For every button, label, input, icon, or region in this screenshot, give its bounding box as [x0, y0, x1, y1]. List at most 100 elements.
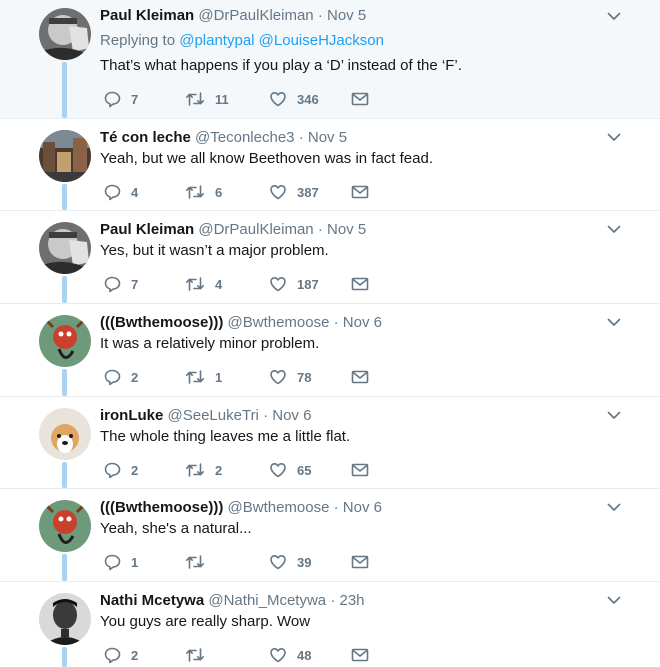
- retweet-icon: [186, 555, 204, 569]
- timestamp[interactable]: Nov 5: [308, 129, 347, 146]
- chevron-down-icon[interactable]: [606, 499, 622, 515]
- tweet[interactable]: (((Bwthemoose))) @Bwthemoose · Nov 6 Yea…: [0, 489, 660, 581]
- timestamp[interactable]: Nov 5: [327, 7, 366, 24]
- retweet-button[interactable]: 11: [185, 89, 229, 109]
- like-button[interactable]: 65: [269, 460, 311, 480]
- display-name[interactable]: Paul Kleiman: [100, 7, 194, 24]
- avatar[interactable]: [39, 8, 91, 60]
- avatar[interactable]: [39, 130, 91, 182]
- retweet-count: 6: [215, 184, 223, 200]
- username[interactable]: @DrPaulKleiman: [198, 7, 313, 24]
- thread-connector-line: [62, 184, 67, 210]
- username[interactable]: @DrPaulKleiman: [198, 221, 313, 238]
- reply-button[interactable]: 2: [103, 645, 138, 665]
- retweet-button[interactable]: 4: [185, 274, 222, 294]
- reply-count: 4: [131, 184, 139, 200]
- replying-to-label: Replying to: [100, 32, 176, 49]
- display-name[interactable]: (((Bwthemoose))): [100, 499, 223, 516]
- tweet-text: Yes, but it wasn’t a major problem.: [100, 242, 329, 259]
- reply-button[interactable]: 4: [103, 182, 138, 202]
- timestamp[interactable]: 23h: [340, 592, 365, 609]
- reply-button[interactable]: 7: [103, 274, 138, 294]
- tweet-actions: 2 48: [100, 645, 400, 665]
- avatar[interactable]: [39, 500, 91, 552]
- separator-dot: ·: [333, 499, 339, 516]
- direct-message-button[interactable]: [351, 460, 369, 480]
- avatar[interactable]: [39, 222, 91, 274]
- like-button[interactable]: 39: [269, 552, 311, 572]
- tweet-actions: 1 39: [100, 552, 400, 572]
- direct-message-button[interactable]: [351, 367, 369, 387]
- like-button[interactable]: 48: [269, 645, 311, 665]
- like-button[interactable]: 187: [269, 274, 319, 294]
- reply-button[interactable]: 7: [103, 89, 138, 109]
- tweet-header: ironLuke @SeeLukeTri · Nov 6: [100, 406, 311, 426]
- display-name[interactable]: ironLuke: [100, 407, 163, 424]
- like-count: 187: [297, 276, 319, 292]
- tweet[interactable]: ironLuke @SeeLukeTri · Nov 6 The whole t…: [0, 397, 660, 488]
- timestamp[interactable]: Nov 6: [272, 407, 311, 424]
- retweet-button[interactable]: [185, 552, 215, 572]
- timestamp[interactable]: Nov 6: [343, 314, 382, 331]
- mention-link[interactable]: @LouiseHJackson: [259, 32, 384, 49]
- avatar[interactable]: [39, 315, 91, 367]
- thread-connector-line: [62, 369, 67, 396]
- reply-icon: [104, 647, 121, 664]
- direct-message-button[interactable]: [351, 274, 369, 294]
- retweet-button[interactable]: 6: [185, 182, 222, 202]
- username[interactable]: @Bwthemoose: [228, 314, 330, 331]
- tweet[interactable]: Nathi Mcetywa @Nathi_Mcetywa · 23h You g…: [0, 582, 660, 667]
- display-name[interactable]: Paul Kleiman: [100, 221, 194, 238]
- chevron-down-icon[interactable]: [606, 314, 622, 330]
- display-name[interactable]: Nathi Mcetywa: [100, 592, 204, 609]
- tweet[interactable]: Paul Kleiman @DrPaulKleiman · Nov 5 Yes,…: [0, 211, 660, 303]
- avatar[interactable]: [39, 593, 91, 645]
- avatar[interactable]: [39, 408, 91, 460]
- reply-button[interactable]: 1: [103, 552, 138, 572]
- username[interactable]: @SeeLukeTri: [168, 407, 259, 424]
- retweet-icon: [186, 92, 204, 106]
- chevron-down-icon[interactable]: [606, 8, 622, 24]
- like-button[interactable]: 78: [269, 367, 311, 387]
- tweet-text: Yeah, but we all know Beethoven was in f…: [100, 150, 433, 167]
- timestamp[interactable]: Nov 5: [327, 221, 366, 238]
- display-name[interactable]: (((Bwthemoose))): [100, 314, 223, 331]
- username[interactable]: @Bwthemoose: [228, 499, 330, 516]
- reply-button[interactable]: 2: [103, 367, 138, 387]
- tweet[interactable]: Té con leche @Teconleche3 · Nov 5 Yeah, …: [0, 119, 660, 210]
- reply-button[interactable]: 2: [103, 460, 138, 480]
- separator-dot: ·: [333, 314, 339, 331]
- retweet-icon: [186, 185, 204, 199]
- direct-message-button[interactable]: [351, 182, 369, 202]
- heart-icon: [270, 277, 286, 292]
- tweet-text: You guys are really sharp. Wow: [100, 613, 311, 630]
- separator-dot: ·: [317, 7, 323, 24]
- mention-link[interactable]: @plantypal: [179, 32, 254, 49]
- username[interactable]: @Nathi_Mcetywa: [208, 592, 326, 609]
- chevron-down-icon[interactable]: [606, 407, 622, 423]
- direct-message-button[interactable]: [351, 552, 369, 572]
- separator-dot: ·: [263, 407, 269, 424]
- chevron-down-icon[interactable]: [606, 592, 622, 608]
- thread-connector-line: [62, 554, 67, 581]
- tweet[interactable]: Paul Kleiman @DrPaulKleiman · Nov 5 Repl…: [0, 0, 660, 118]
- tweet-text: That’s what happens if you play a ‘D’ in…: [100, 57, 462, 74]
- direct-message-button[interactable]: [351, 89, 369, 109]
- like-button[interactable]: 346: [269, 89, 319, 109]
- retweet-button[interactable]: 2: [185, 460, 222, 480]
- reply-icon: [104, 462, 121, 479]
- envelope-icon: [351, 92, 369, 106]
- retweet-icon: [186, 370, 204, 384]
- like-count: 78: [297, 369, 312, 385]
- username[interactable]: @Teconleche3: [195, 129, 294, 146]
- retweet-button[interactable]: 1: [185, 367, 222, 387]
- tweet[interactable]: (((Bwthemoose))) @Bwthemoose · Nov 6 It …: [0, 304, 660, 396]
- like-button[interactable]: 387: [269, 182, 319, 202]
- display-name[interactable]: Té con leche: [100, 129, 191, 146]
- direct-message-button[interactable]: [351, 645, 369, 665]
- retweet-button[interactable]: [185, 645, 215, 665]
- tweet-text: Yeah, she's a natural...: [100, 520, 252, 537]
- timestamp[interactable]: Nov 6: [343, 499, 382, 516]
- chevron-down-icon[interactable]: [606, 129, 622, 145]
- chevron-down-icon[interactable]: [606, 221, 622, 237]
